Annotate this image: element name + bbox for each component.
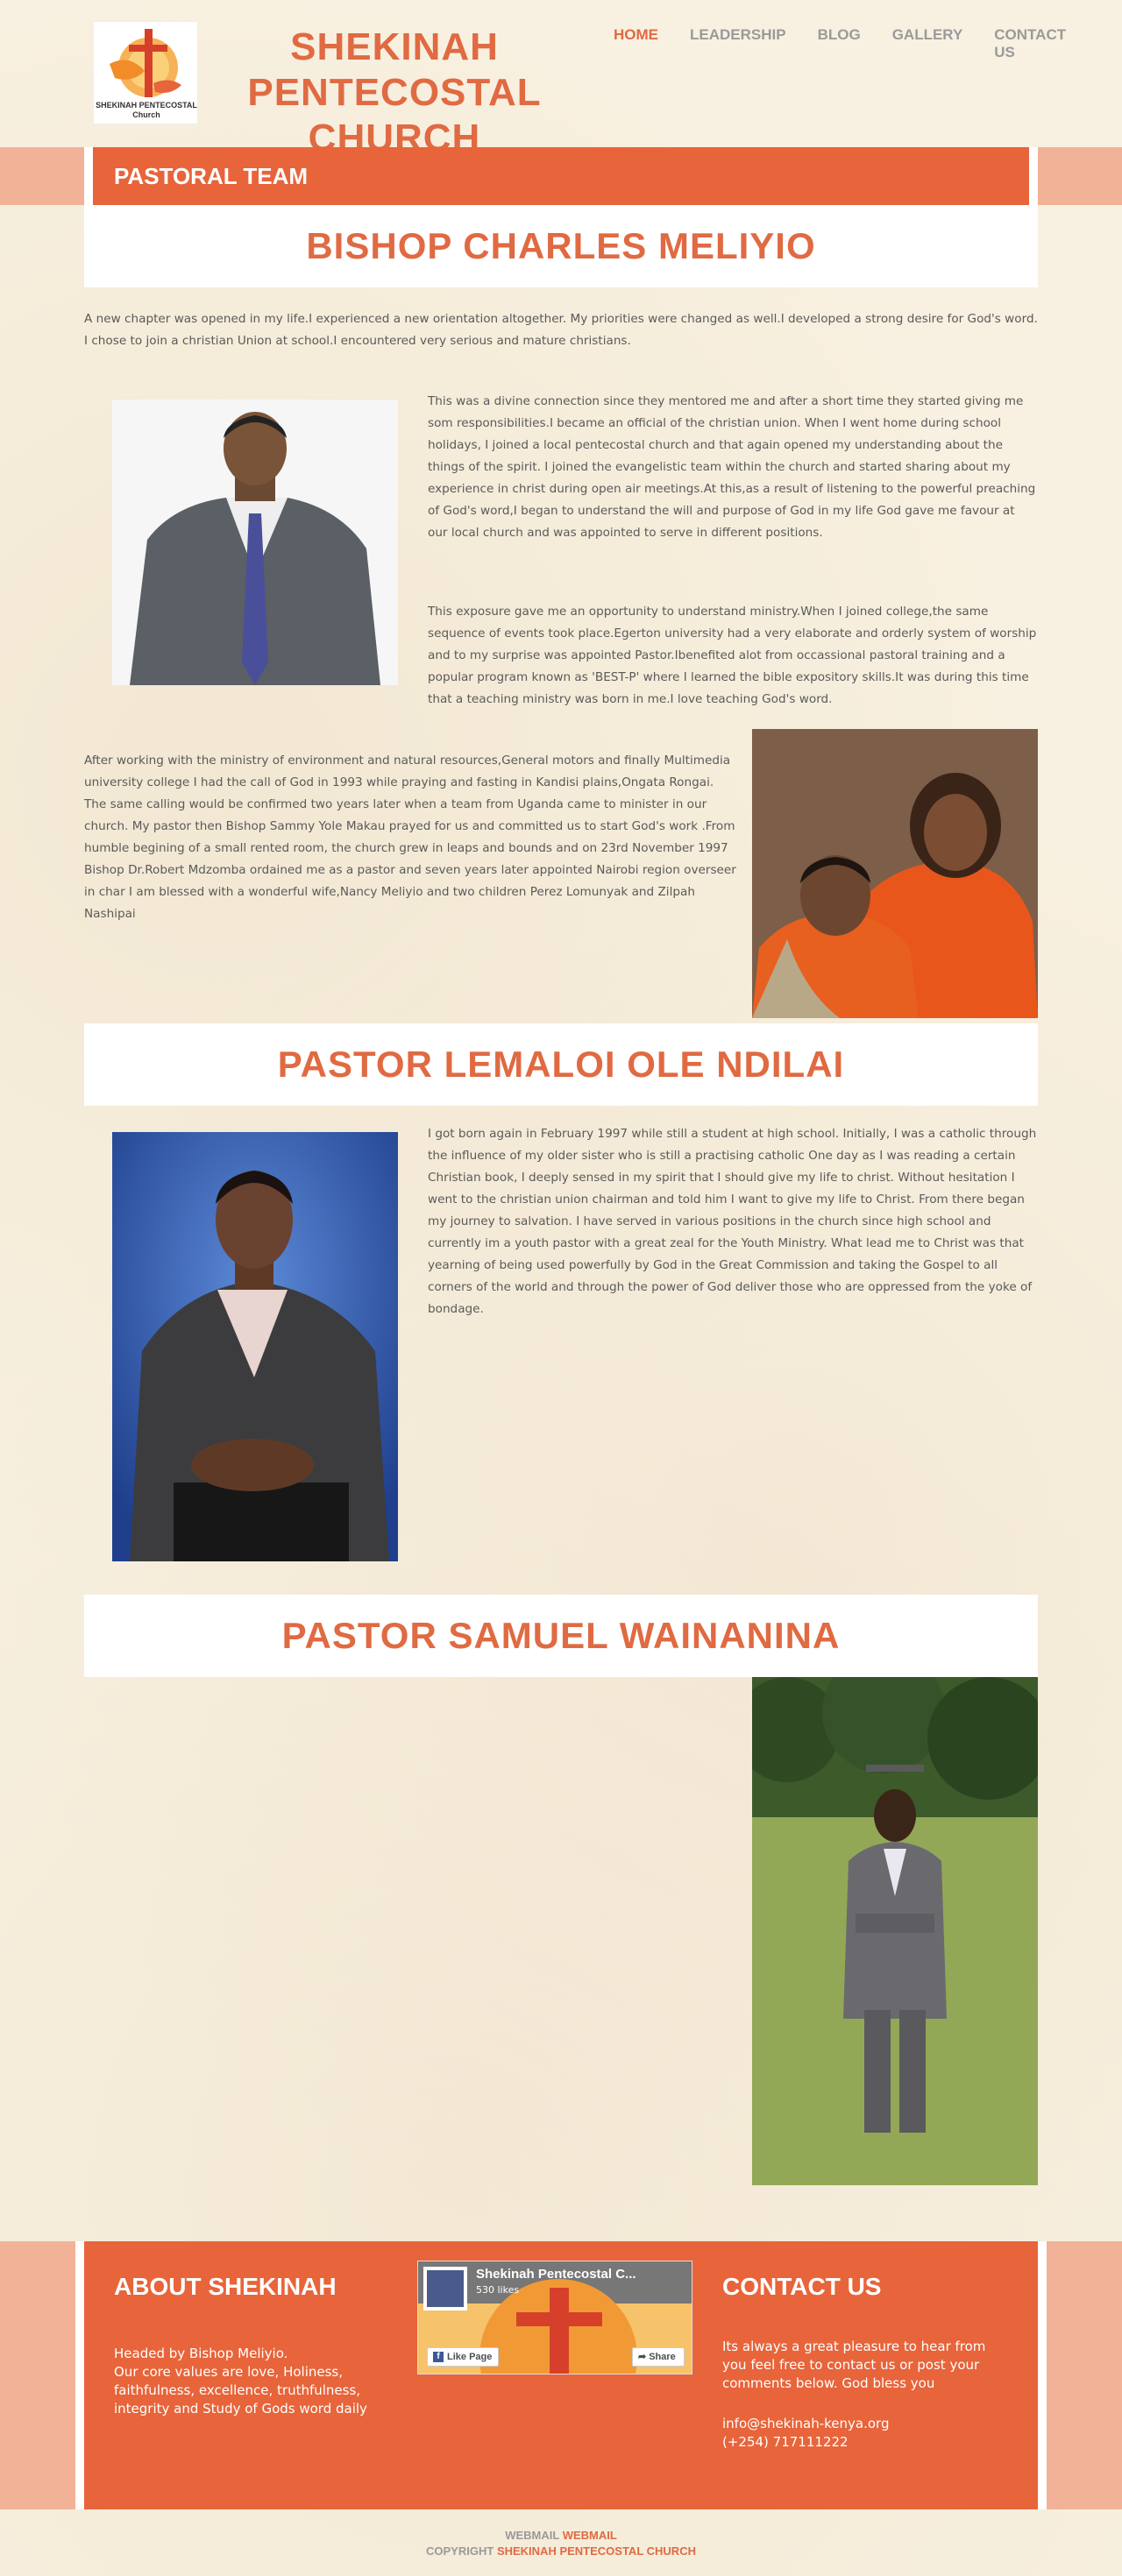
copyright-prefix: COPYRIGHT [426, 2544, 494, 2558]
section-title: PASTORAL TEAM [93, 147, 1029, 205]
facebook-like-button[interactable]: f Like Page [427, 2347, 499, 2367]
facebook-icon: f [433, 2352, 444, 2363]
nav-blog[interactable]: BLOG [818, 26, 861, 61]
pastor-3-portrait [752, 1677, 1038, 2185]
facebook-page-widget[interactable]: Shekinah Pentecostal C... 530 likes f Lik… [417, 2261, 692, 2374]
nav-leadership[interactable]: LEADERSHIP [690, 26, 786, 61]
facebook-share-button[interactable]: ➦ Share [632, 2347, 685, 2367]
webmail-prefix: WEBMAIL [505, 2529, 560, 2542]
site-title-line1: SHEKINAH PENTECOSTAL [247, 25, 542, 114]
footer-contact-text: Its always a great pleasure to hear from… [722, 2339, 986, 2391]
site-title[interactable]: SHEKINAH PENTECOSTAL CHURCH [210, 25, 579, 161]
nav-contact-us[interactable]: CONTACT US [994, 26, 1090, 61]
share-icon: ➦ [638, 2352, 647, 2362]
copyright-link[interactable]: SHEKINAH PENTECOSTAL CHURCH [497, 2544, 696, 2558]
footer-about-text: Headed by Bishop Meliyio. Our core value… [114, 2346, 367, 2417]
footer-about-title: ABOUT SHEKINAH [114, 2273, 337, 2300]
pastor-3-name: PASTOR SAMUEL WAINANINA [84, 1595, 1038, 1677]
band-decoration-right [1038, 147, 1122, 205]
pastor-1-portrait [112, 400, 398, 685]
footer-band-right [1047, 2241, 1122, 2509]
copyright-line: COPYRIGHT SHEKINAH PENTECOSTAL CHURCH [0, 2544, 1122, 2558]
nav-gallery[interactable]: GALLERY [892, 26, 963, 61]
footer-band-left [0, 2241, 75, 2509]
band-decoration-left [0, 147, 84, 205]
pastor-1-para-1: This was a divine connection since they … [428, 394, 1036, 540]
footer-email[interactable]: info@shekinah-kenya.org [722, 2415, 1003, 2433]
webmail-line: WEBMAIL WEBMAIL [0, 2529, 1122, 2542]
footer-contact-title: CONTACT US [722, 2273, 882, 2300]
pastor-1-family-photo [752, 729, 1038, 1018]
main-nav: HOME LEADERSHIP BLOG GALLERY CONTACT US [614, 26, 1122, 61]
pastor-1-para-3: After working with the ministry of envir… [84, 754, 736, 921]
footer-phone: (+254) 717111222 [722, 2434, 849, 2450]
pastor-2-para-1: I got born again in February 1997 while … [428, 1127, 1037, 1316]
pastor-1-intro: A new chapter was opened in my life.I ex… [84, 312, 1038, 348]
site-footer: ABOUT SHEKINAH Headed by Bishop Meliyio.… [84, 2241, 1038, 2509]
facebook-share-label: Share [649, 2352, 676, 2362]
pastor-1-name: BISHOP CHARLES MELIYIO [84, 205, 1038, 287]
webmail-link[interactable]: WEBMAIL [563, 2529, 617, 2542]
pastor-1-para-2: This exposure gave me an opportunity to … [428, 605, 1037, 706]
logo-text: SHEKINAH PENTECOSTAL Church [96, 101, 197, 119]
facebook-page-name[interactable]: Shekinah Pentecostal C... [476, 2267, 636, 2282]
pastor-2-name: PASTOR LEMALOI OLE NDILAI [84, 1023, 1038, 1106]
church-logo[interactable]: SHEKINAH PENTECOSTAL Church [93, 21, 198, 124]
pastor-2-portrait [112, 1132, 398, 1561]
nav-home[interactable]: HOME [614, 26, 658, 61]
facebook-like-label: Like Page [447, 2352, 493, 2362]
facebook-likes-count: 530 likes [476, 2284, 520, 2296]
